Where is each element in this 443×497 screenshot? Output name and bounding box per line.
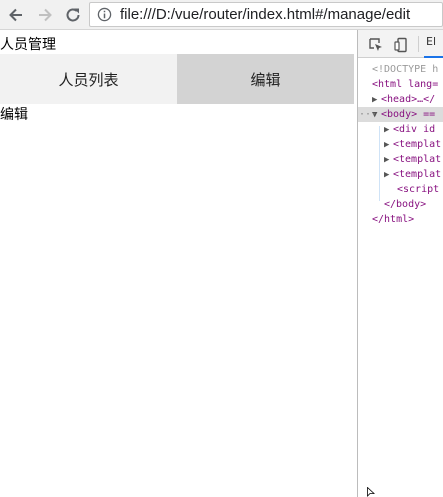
reload-icon [66, 8, 80, 22]
url-text: file:///D:/vue/router/index.html#/manage… [120, 6, 411, 23]
tab-person-list[interactable]: 人员列表 [0, 54, 177, 104]
expand-triangle-icon[interactable]: ▶ [372, 93, 381, 108]
expand-triangle-icon[interactable]: ▶ [384, 153, 393, 168]
back-button[interactable] [4, 3, 28, 27]
device-toolbar-icon[interactable] [393, 37, 409, 53]
toolbar-divider [418, 36, 419, 52]
devtools-panel: El <!DOCTYPE h <html lang= ▶ <head>…</ ··… [357, 30, 443, 497]
dom-line-doctype[interactable]: <!DOCTYPE h [358, 62, 443, 77]
page-title: 人员管理 [0, 37, 56, 53]
dom-line-div[interactable]: ▶ <div id [358, 122, 443, 137]
active-tab-indicator [424, 56, 443, 58]
expand-triangle-icon[interactable]: ▶ [384, 123, 393, 138]
back-arrow-icon [9, 8, 22, 22]
dom-line-template[interactable]: ▶ <templat [358, 152, 443, 167]
address-bar[interactable]: file:///D:/vue/router/index.html#/manage… [89, 2, 443, 27]
expand-triangle-icon[interactable]: ▶ [384, 138, 393, 153]
more-dots-icon[interactable]: ··· [359, 107, 377, 122]
dom-line-head[interactable]: ▶ <head>…</ [358, 92, 443, 107]
content-text: 编辑 [0, 107, 28, 123]
dom-line-body[interactable]: ··· ▼ <body> == [358, 107, 443, 122]
dom-line-script[interactable]: <script [358, 182, 443, 197]
inspect-element-icon[interactable] [368, 37, 384, 53]
forward-button[interactable] [33, 3, 57, 27]
dom-line-html-close[interactable]: </html> [358, 212, 443, 227]
reload-button[interactable] [61, 3, 85, 27]
dom-line-template[interactable]: ▶ <templat [358, 137, 443, 152]
dom-tree: <!DOCTYPE h <html lang= ▶ <head>…</ ··· ▼… [358, 62, 443, 227]
devtools-toolbar: El [358, 30, 443, 58]
tab-edit[interactable]: 编辑 [177, 54, 354, 104]
forward-arrow-icon [39, 8, 52, 22]
dom-line-template[interactable]: ▶ <templat [358, 167, 443, 182]
dom-line-body-close[interactable]: </body> [358, 197, 443, 212]
expand-triangle-icon[interactable]: ▶ [384, 168, 393, 183]
tab-elements[interactable]: El [426, 35, 436, 48]
browser-toolbar: file:///D:/vue/router/index.html#/manage… [0, 0, 443, 30]
dom-line-html[interactable]: <html lang= [358, 77, 443, 92]
tab-bar: 人员列表 编辑 [0, 54, 354, 104]
mouse-cursor-icon [367, 487, 375, 497]
info-icon[interactable] [97, 7, 112, 22]
page-viewport: 人员管理 人员列表 编辑 编辑 [0, 30, 357, 497]
